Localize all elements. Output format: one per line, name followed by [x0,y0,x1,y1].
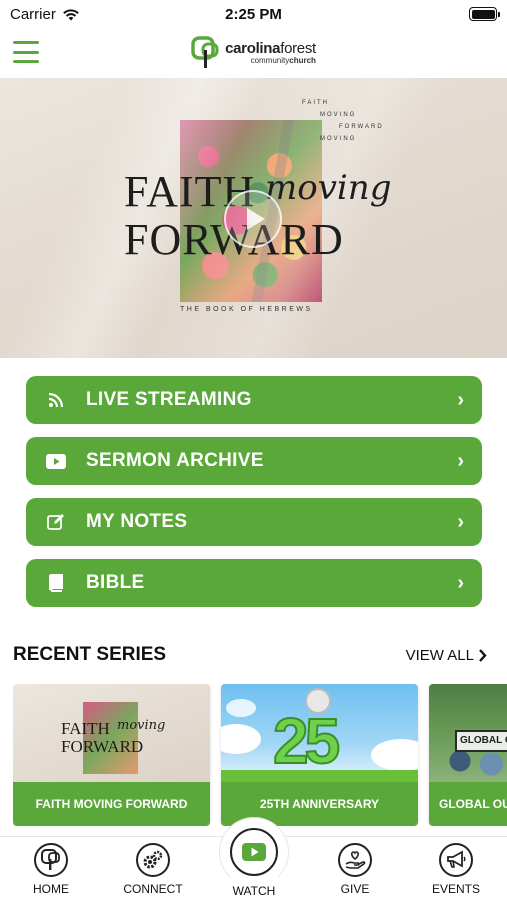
hero-caption: THE BOOK OF HEBREWS [180,306,313,313]
series-card[interactable]: 25 25TH ANNIVERSARY [221,684,418,826]
watch-youtube-icon [230,828,278,876]
nav-events[interactable]: EVENTS [416,843,496,896]
view-all-link[interactable]: VIEW ALL [406,647,487,664]
hero-script-title: moving [265,168,392,208]
bottom-navigation: HOME CONNECT WATCH GIVE EVENTS [0,817,507,900]
bible-button[interactable]: BIBLE › [26,559,482,607]
section-title: RECENT SERIES [13,644,167,665]
chevron-right-icon: › [457,449,464,472]
series-thumbnail: FAITH FORWARD moving [13,684,210,782]
series-card-label: GLOBAL OU [429,782,507,826]
recent-series-header: RECENT SERIES VIEW ALL [13,644,487,666]
series-card[interactable]: GLOBAL O GLOBAL OU [429,684,507,826]
my-notes-button[interactable]: MY NOTES › [26,498,482,546]
nav-give-label: GIVE [340,882,370,896]
hero-small-text: MOVING [320,112,357,118]
sermon-archive-button[interactable]: SERMON ARCHIVE › [26,437,482,485]
book-icon [46,573,66,593]
edit-icon [46,512,66,532]
main-menu: LIVE STREAMING › SERMON ARCHIVE › MY NOT… [26,376,482,620]
app-header: carolinaforest communitychurch [0,28,507,78]
logo-sub-text: communitychurch [250,56,316,65]
give-heart-hand-icon [338,843,372,877]
hamburger-menu-icon[interactable] [13,41,39,63]
hero-small-text: MOVING [320,136,357,142]
live-streaming-label: LIVE STREAMING [86,389,252,410]
play-video-button[interactable] [224,190,282,248]
youtube-icon [46,451,66,471]
battery-icon [469,7,500,21]
logo-tree-icon [191,36,219,68]
hero-small-text: FORWARD [339,124,384,130]
nav-watch-label: WATCH [232,884,276,898]
chevron-right-icon [479,648,487,662]
bible-label: BIBLE [86,572,145,593]
series-carousel[interactable]: FAITH FORWARD moving FAITH MOVING FORWARD… [13,684,507,826]
live-streaming-button[interactable]: LIVE STREAMING › [26,376,482,424]
nav-home[interactable]: HOME [11,843,91,896]
home-logo-icon [34,843,68,877]
chevron-right-icon: › [457,571,464,594]
nav-watch[interactable] [219,817,289,887]
nav-events-label: EVENTS [431,882,480,896]
church-logo: carolinaforest communitychurch [191,36,316,70]
status-bar: Carrier 2:25 PM [0,0,507,28]
nav-connect-label: CONNECT [123,882,183,896]
megaphone-icon [439,843,473,877]
chevron-right-icon: › [457,510,464,533]
play-icon [246,208,265,230]
nav-give[interactable]: GIVE [315,843,395,896]
series-thumbnail: 25 [221,684,418,782]
hero-small-text: FAITH [302,100,330,106]
hero-banner[interactable]: FAITH MOVING FORWARD MOVING FAITH FORWAR… [0,78,507,358]
nav-home-label: HOME [33,882,69,896]
series-thumbnail: GLOBAL O [429,684,507,782]
sermon-archive-label: SERMON ARCHIVE [86,450,264,471]
gears-icon [136,843,170,877]
status-left: Carrier [10,6,80,23]
my-notes-label: MY NOTES [86,511,188,532]
nav-connect[interactable]: CONNECT [113,843,193,896]
carrier-label: Carrier [10,5,56,23]
rss-icon [46,390,66,410]
wifi-icon [63,8,79,20]
logo-main-text: carolinaforest [225,40,316,57]
series-card-label: FAITH MOVING FORWARD [13,782,210,826]
series-card[interactable]: FAITH FORWARD moving FAITH MOVING FORWARD [13,684,210,826]
chevron-right-icon: › [457,388,464,411]
